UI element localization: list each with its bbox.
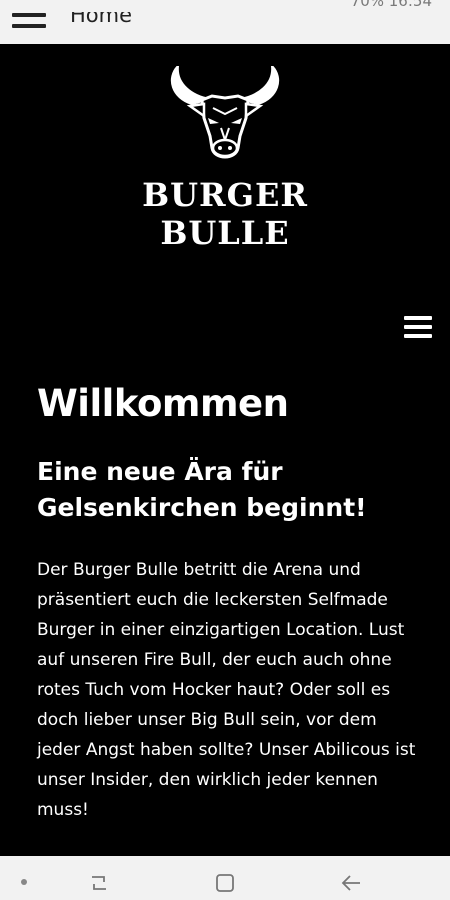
page-content: BURGER BULLE Willkommen Eine neue Ära fü… <box>0 44 450 856</box>
logo-text: BURGER BULLE <box>142 176 308 252</box>
page-heading: Willkommen <box>37 382 289 425</box>
intro-paragraph: Der Burger Bulle betritt die Arena und p… <box>37 560 416 820</box>
nav-dot-indicator <box>21 879 27 885</box>
recent-apps-icon[interactable] <box>88 872 110 894</box>
system-nav-bar <box>0 856 450 900</box>
bull-head-icon <box>170 66 280 159</box>
logo[interactable]: BURGER BULLE <box>80 66 370 252</box>
status-bar: 70% 16:54 <box>0 0 450 12</box>
status-text: 70% 16:54 <box>350 0 432 10</box>
home-icon[interactable] <box>214 872 236 894</box>
site-menu-icon[interactable] <box>404 316 432 338</box>
back-icon[interactable] <box>340 872 362 894</box>
page-subheading: Eine neue Ära für Gelsenkirchen beginnt! <box>37 457 367 522</box>
